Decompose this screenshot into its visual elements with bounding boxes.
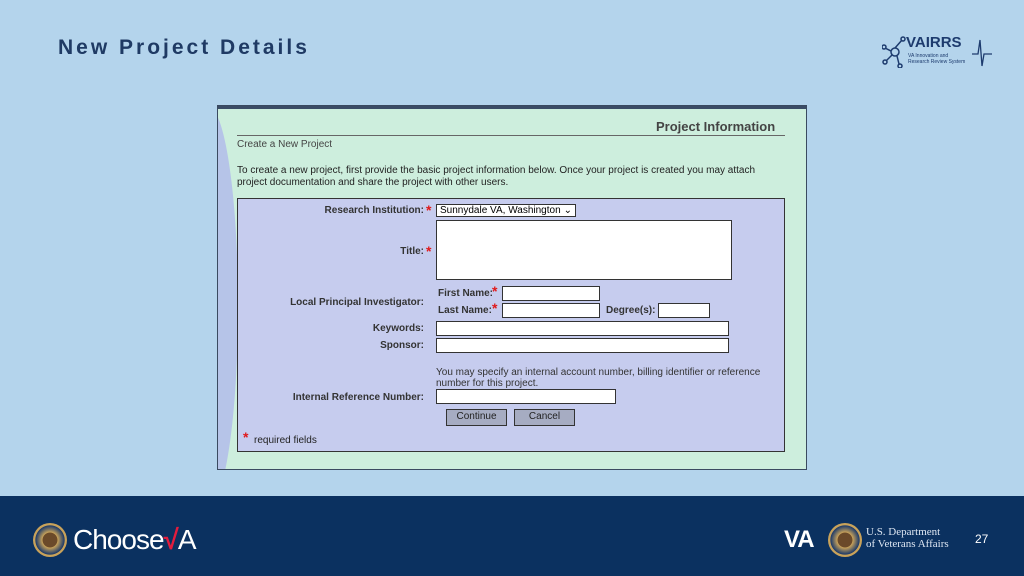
heartbeat-icon: [972, 39, 992, 67]
screenshot-panel: Project Information Create a New Project…: [217, 105, 807, 470]
va-seal-icon: [33, 523, 67, 557]
va-seal-icon: [828, 523, 862, 557]
reference-number-input[interactable]: [436, 389, 616, 404]
va-logo: VA: [784, 526, 815, 553]
keywords-input[interactable]: [436, 321, 729, 336]
last-name-input[interactable]: [502, 303, 600, 318]
section-heading: Project Information: [656, 119, 776, 134]
continue-button[interactable]: Continue: [446, 409, 507, 426]
page-number: 27: [975, 532, 989, 546]
degrees-input[interactable]: [658, 303, 710, 318]
footer-bar: Choose√A VA U.S. Department of Veterans A…: [0, 496, 1024, 576]
project-form: Research Institution: * Sunnydale VA, Wa…: [237, 198, 785, 452]
title-textarea[interactable]: [436, 220, 732, 280]
required-note: required fields: [254, 435, 317, 446]
intro-text: To create a new project, first provide t…: [237, 165, 756, 176]
choose-va-logo: Choose√A: [73, 524, 197, 555]
cancel-button[interactable]: Cancel: [514, 409, 575, 426]
slide-title: New Project Details: [58, 36, 310, 59]
intro-text: project documentation and share the proj…: [237, 177, 509, 188]
sponsor-input[interactable]: [436, 338, 729, 353]
institution-select[interactable]: Sunnydale VA, Washington ⌄: [436, 204, 576, 217]
network-icon: [882, 36, 906, 68]
chevron-down-icon: ⌄: [563, 205, 572, 216]
subheading: Create a New Project: [237, 139, 333, 150]
vairrs-logo: VAIRRS VA Innovation and Research Review …: [882, 34, 992, 70]
first-name-input[interactable]: [502, 286, 600, 301]
